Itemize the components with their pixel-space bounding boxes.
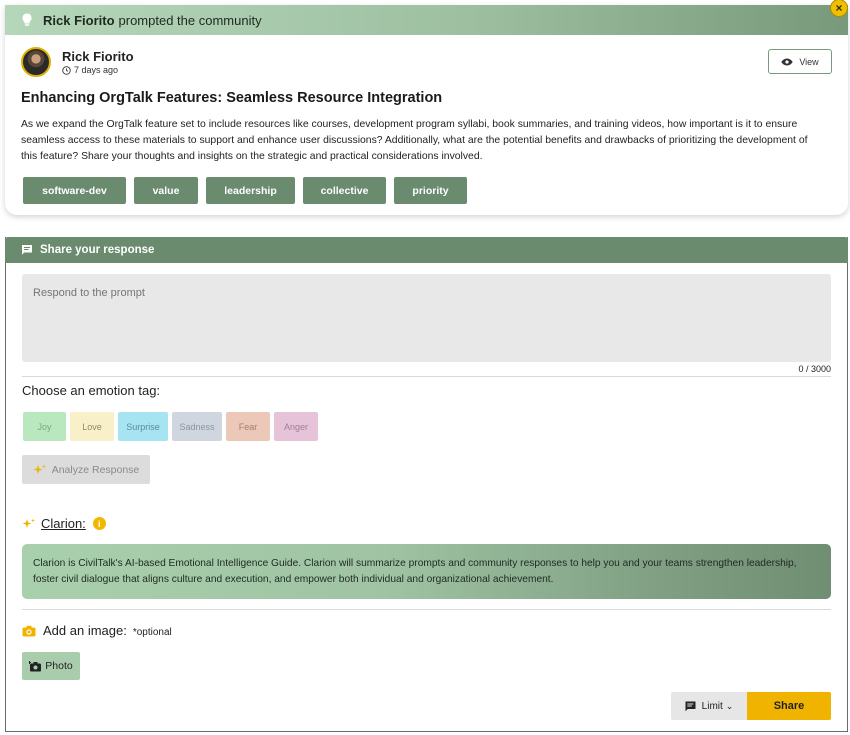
- emotion-love[interactable]: Love: [70, 412, 114, 441]
- tag-list: software-dev value leadership collective…: [23, 177, 467, 204]
- prompt-body: As we expand the OrgTalk feature set to …: [21, 119, 808, 162]
- view-label: View: [799, 56, 819, 67]
- analyze-response-button[interactable]: Analyze Response: [22, 455, 150, 484]
- clarion-description: Clarion is CivilTalk's AI-based Emotiona…: [22, 544, 831, 599]
- post-time-text: 7 days ago: [74, 65, 119, 75]
- clock-icon: [62, 65, 71, 75]
- emotion-joy[interactable]: Joy: [23, 412, 66, 441]
- prompt-title: Enhancing OrgTalk Features: Seamless Res…: [21, 90, 443, 106]
- divider: [22, 609, 831, 610]
- banner-author[interactable]: Rick Fiorito: [43, 13, 115, 28]
- emotion-sadness[interactable]: Sadness: [172, 412, 222, 441]
- emotion-surprise[interactable]: Surprise: [118, 412, 168, 441]
- tag-leadership[interactable]: leadership: [206, 177, 295, 204]
- comment-icon: [22, 245, 32, 255]
- photo-label: Photo: [45, 660, 73, 672]
- character-counter: 0 / 3000: [798, 364, 831, 374]
- author-meta: Rick Fiorito 7 days ago: [62, 49, 134, 75]
- response-card: Share your response 0 / 3000 Choose an e…: [5, 237, 848, 732]
- eye-icon: [781, 58, 793, 65]
- prompt-card: Rick Fiorito prompted the community × Ri…: [5, 0, 848, 215]
- response-header-title: Share your response: [40, 244, 155, 256]
- avatar[interactable]: [21, 47, 51, 77]
- tag-collective[interactable]: collective: [303, 177, 386, 204]
- response-input[interactable]: [22, 274, 831, 362]
- sparkle-icon: [33, 464, 46, 474]
- message-icon: [685, 701, 696, 711]
- clarion-row: Clarion: i: [22, 516, 106, 531]
- emotion-fear[interactable]: Fear: [226, 412, 270, 441]
- sparkle-icon: [22, 518, 35, 528]
- author-name[interactable]: Rick Fiorito: [62, 49, 134, 64]
- view-button[interactable]: View: [768, 49, 832, 74]
- post-time: 7 days ago: [62, 65, 134, 75]
- tag-priority[interactable]: priority: [394, 177, 467, 204]
- divider: [22, 376, 831, 377]
- emotion-tag-label: Choose an emotion tag:: [22, 383, 161, 398]
- clarion-link[interactable]: Clarion:: [41, 516, 86, 531]
- share-button[interactable]: Share: [747, 692, 831, 720]
- analyze-label: Analyze Response: [51, 463, 140, 476]
- banner-action: prompted the community: [118, 12, 262, 28]
- response-header: Share your response: [5, 237, 848, 263]
- emotion-anger[interactable]: Anger: [274, 412, 318, 441]
- camera-icon: [22, 625, 36, 636]
- add-image-row: Add an image: *optional: [22, 623, 172, 638]
- info-icon[interactable]: i: [92, 517, 106, 530]
- optional-label: *optional: [132, 627, 172, 638]
- emotion-tag-list: Joy Love Surprise Sadness Fear Anger: [23, 412, 318, 441]
- limit-dropdown[interactable]: Limit ⌄: [671, 692, 747, 720]
- tag-value[interactable]: value: [134, 177, 198, 204]
- prompt-banner: Rick Fiorito prompted the community: [5, 5, 848, 35]
- chevron-down-icon: ⌄: [725, 700, 734, 711]
- add-image-label: Add an image:: [43, 623, 127, 638]
- tag-software-dev[interactable]: software-dev: [23, 177, 126, 204]
- photo-button[interactable]: Photo: [22, 652, 80, 680]
- author-row: Rick Fiorito 7 days ago: [21, 47, 134, 77]
- limit-label: Limit: [701, 700, 723, 712]
- lightbulb-icon: [21, 13, 35, 27]
- camera-plus-icon: [29, 660, 42, 671]
